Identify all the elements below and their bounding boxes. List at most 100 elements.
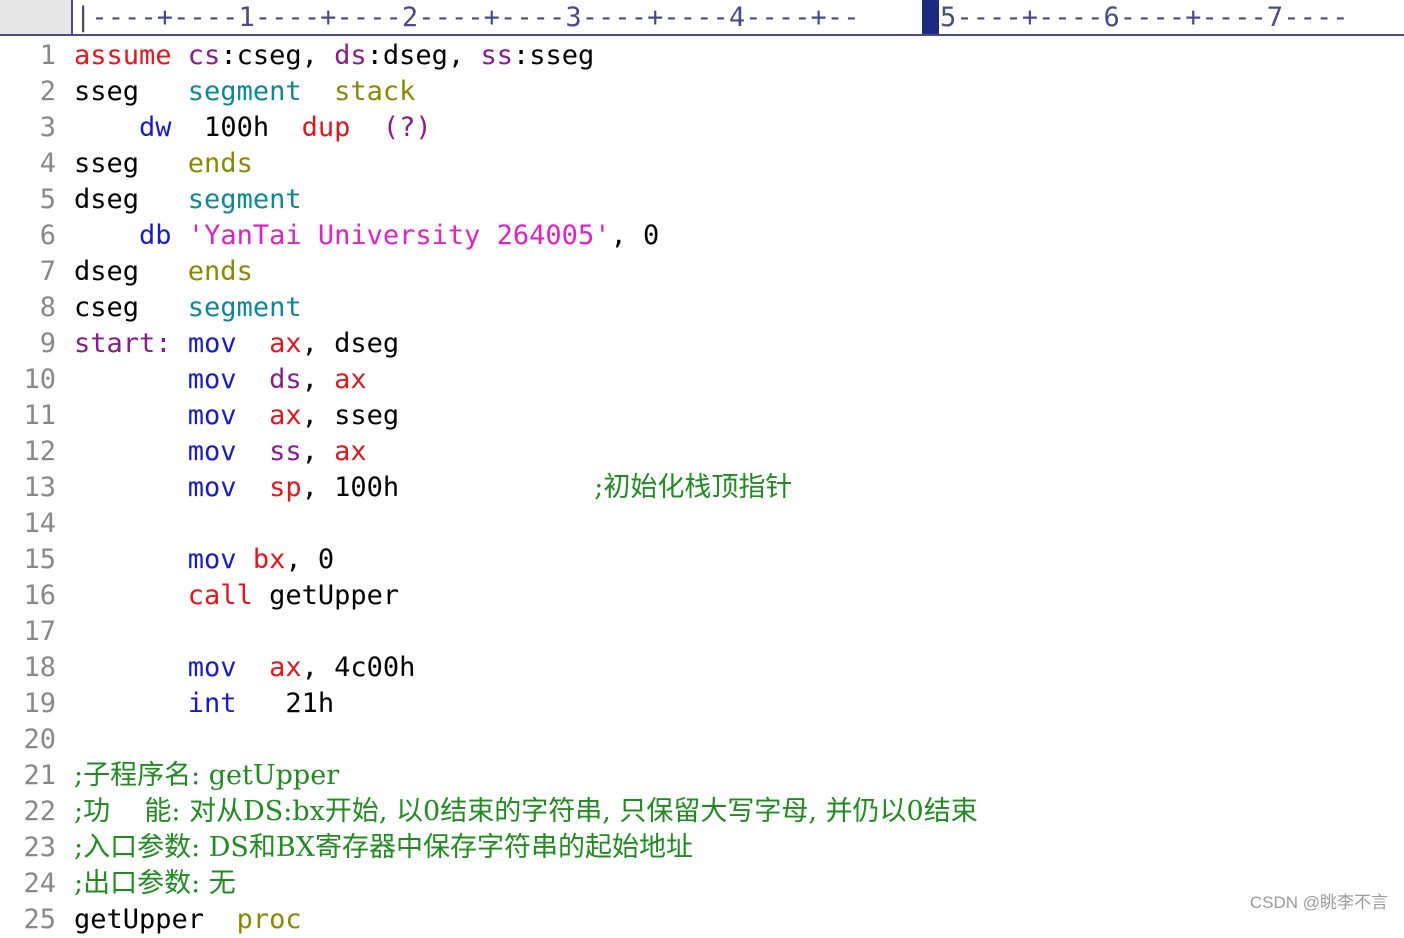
code-token: dseg: [74, 184, 188, 215]
code-token: :sseg: [512, 40, 595, 71]
code-line[interactable]: 16 call getUpper: [0, 578, 1404, 614]
code-line[interactable]: 5 dseg segment: [0, 182, 1404, 218]
ruler-marks-after: 5----+----6----+----7----: [940, 0, 1349, 34]
code-editor[interactable]: 1 assume cs:cseg, ds:dseg, ss:sseg 2 sseg s…: [0, 38, 1404, 938]
code-token: call: [187, 580, 253, 611]
code-text: call getUpper: [74, 578, 399, 614]
line-number: 21: [23, 760, 56, 791]
code-line[interactable]: 20: [0, 722, 1404, 758]
code-token: mov: [187, 436, 237, 467]
code-line[interactable]: 21 ;子程序名: getUpper: [0, 758, 1404, 794]
code-token: , 0: [610, 220, 660, 251]
code-line[interactable]: 9 start: mov ax, dseg: [0, 326, 1404, 362]
line-number: 11: [23, 400, 56, 431]
line-number: 14: [23, 508, 56, 539]
code-token: 100h: [171, 112, 302, 143]
code-token: ;入口参数: DS和BX寄存器中保存字符串的起始地址: [74, 832, 693, 863]
code-token: segment: [187, 292, 302, 323]
line-number: 23: [23, 832, 56, 863]
code-token: segment: [187, 184, 302, 215]
code-line[interactable]: 1 assume cs:cseg, ds:dseg, ss:sseg: [0, 38, 1404, 74]
code-line[interactable]: 15 mov bx, 0: [0, 542, 1404, 578]
line-number: 20: [23, 724, 56, 755]
code-token: db: [139, 220, 172, 251]
code-line[interactable]: 24 ;出口参数: 无: [0, 866, 1404, 902]
code-line[interactable]: 12 mov ss, ax: [0, 434, 1404, 470]
code-token: dup: [301, 112, 351, 143]
line-number: 4: [39, 148, 56, 179]
code-text: mov ax, 4c00h: [74, 650, 416, 686]
column-ruler: |----+----1----+----2----+----3----+----…: [0, 0, 1404, 36]
code-token: mov: [187, 544, 237, 575]
ruler-text-after: 5----+----6----+----7----: [940, 2, 1349, 33]
code-token: ;出口参数: 无: [74, 868, 236, 899]
line-number: 1: [39, 40, 56, 71]
code-token: :dseg: [366, 40, 448, 71]
code-line[interactable]: 18 mov ax, 4c00h: [0, 650, 1404, 686]
code-line[interactable]: 8 cseg segment: [0, 290, 1404, 326]
ruler-cursor-marker: [922, 0, 939, 34]
code-text: dseg segment: [74, 182, 302, 218]
code-text: ;入口参数: DS和BX寄存器中保存字符串的起始地址: [74, 830, 693, 866]
line-number: 17: [23, 616, 56, 647]
code-text: ;功 能: 对从DS:bx开始, 以0结束的字符串, 只保留大写字母, 并仍以0…: [74, 794, 978, 830]
code-token: ax: [269, 400, 302, 431]
code-token: cs: [171, 40, 221, 71]
code-line[interactable]: 23 ;入口参数: DS和BX寄存器中保存字符串的起始地址: [0, 830, 1404, 866]
code-token: dw: [139, 112, 172, 143]
code-token: 'YanTai University 264005': [187, 220, 611, 251]
code-token: 21h: [236, 688, 335, 719]
code-line[interactable]: 6 db 'YanTai University 264005', 0: [0, 218, 1404, 254]
code-line[interactable]: 11 mov ax, sseg: [0, 398, 1404, 434]
code-line[interactable]: 19 int 21h: [0, 686, 1404, 722]
code-token: ax: [269, 652, 302, 683]
code-line[interactable]: 14: [0, 506, 1404, 542]
code-token: mov: [187, 328, 237, 359]
code-token: cseg: [74, 292, 188, 323]
code-token: , 0: [285, 544, 335, 575]
line-number: 25: [23, 904, 56, 935]
line-number: 15: [23, 544, 56, 575]
code-line[interactable]: 25 getUpper proc: [0, 902, 1404, 938]
code-text: mov ax, sseg: [74, 398, 399, 434]
code-line[interactable]: 17: [0, 614, 1404, 650]
code-token: mov: [187, 652, 237, 683]
line-number: 10: [23, 364, 56, 395]
code-token: ;初始化栈顶指针: [594, 472, 793, 503]
code-line[interactable]: 3 dw 100h dup (?): [0, 110, 1404, 146]
code-token: start:: [74, 328, 172, 359]
code-token: proc: [236, 904, 302, 935]
code-token: mov: [187, 472, 237, 503]
code-token: sseg: [74, 76, 188, 107]
code-token: mov: [187, 364, 237, 395]
code-token: , dseg: [301, 328, 400, 359]
code-line[interactable]: 4 sseg ends: [0, 146, 1404, 182]
code-line[interactable]: 2 sseg segment stack: [0, 74, 1404, 110]
code-token: stack: [334, 76, 416, 107]
code-token: ends: [187, 148, 253, 179]
code-text: mov bx, 0: [74, 542, 334, 578]
code-token: ,: [301, 436, 335, 467]
code-token: , sseg: [301, 400, 400, 431]
code-line[interactable]: 7 dseg ends: [0, 254, 1404, 290]
line-number: 24: [23, 868, 56, 899]
code-line[interactable]: 22 ;功 能: 对从DS:bx开始, 以0结束的字符串, 只保留大写字母, 并仍…: [0, 794, 1404, 830]
code-token: ax: [334, 364, 367, 395]
code-token: ds: [317, 40, 367, 71]
line-number: 5: [39, 184, 56, 215]
code-token: getUpper: [74, 904, 237, 935]
line-number: 9: [39, 328, 56, 359]
line-number: 12: [23, 436, 56, 467]
code-line[interactable]: 13 mov sp, 100h ;初始化栈顶指针: [0, 470, 1404, 506]
code-text: sseg segment stack: [74, 74, 415, 110]
code-line[interactable]: 10 mov ds, ax: [0, 362, 1404, 398]
line-number: 19: [23, 688, 56, 719]
line-number: 22: [23, 796, 56, 827]
code-token: getUpper: [252, 580, 400, 611]
